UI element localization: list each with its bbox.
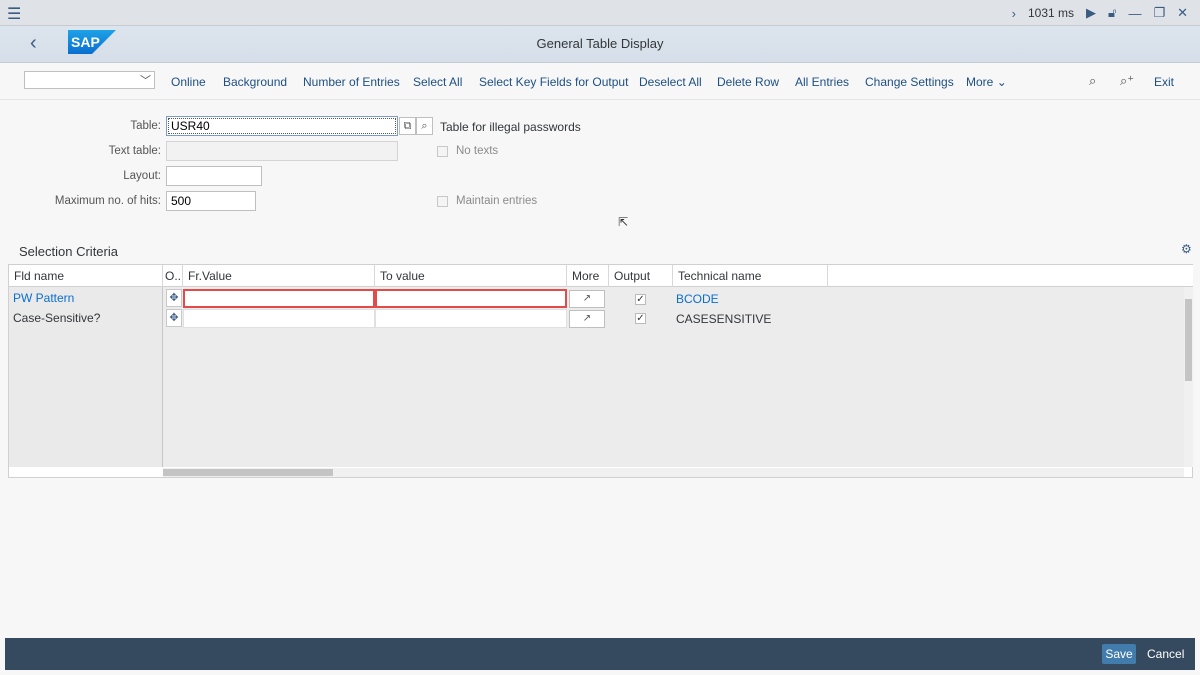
col-to-value[interactable]: To value bbox=[375, 265, 567, 287]
no-texts-checkbox bbox=[437, 146, 448, 157]
more-button-label: More bbox=[966, 75, 994, 89]
delete-row-button[interactable]: Delete Row bbox=[717, 75, 779, 89]
max-hits-input[interactable]: 500 bbox=[166, 191, 256, 211]
vertical-scroll-thumb[interactable] bbox=[1185, 299, 1192, 381]
system-bar: ☰ › 1031 ms ▶ 🔓︎ — ❐ ✕ bbox=[0, 0, 1200, 26]
chevron-down-icon: ﹀ bbox=[140, 75, 151, 87]
selection-criteria-title: Selection Criteria bbox=[19, 244, 118, 259]
table-header: Fld name O.. Fr.Value To value More Outp… bbox=[9, 265, 1193, 287]
col-fr-value[interactable]: Fr.Value bbox=[183, 265, 375, 287]
number-of-entries-button[interactable]: Number of Entries bbox=[303, 75, 400, 89]
table-body: PW Pattern ✥ ↗ ✓ BCODE Case-Sensitive? ✥… bbox=[9, 287, 1184, 467]
multiple-selection-icon[interactable]: ↗ bbox=[569, 290, 605, 308]
vertical-scrollbar[interactable] bbox=[1184, 287, 1193, 467]
copy-icon[interactable]: ⧉ bbox=[399, 117, 416, 135]
row-case-sensitive-to-input[interactable] bbox=[375, 309, 567, 328]
change-settings-button[interactable]: Change Settings bbox=[865, 75, 954, 89]
more-button[interactable]: More ⌄ bbox=[966, 75, 1007, 89]
search-next-icon[interactable]: ⌕⁺ bbox=[1120, 73, 1134, 89]
restore-icon[interactable]: ❐ bbox=[1153, 5, 1165, 21]
text-table-input bbox=[166, 141, 398, 161]
col-technical-name[interactable]: Technical name bbox=[673, 265, 828, 287]
layout-input[interactable] bbox=[166, 166, 262, 186]
row-case-sensitive-name: Case-Sensitive? bbox=[13, 311, 101, 325]
variant-dropdown[interactable]: ﹀ bbox=[24, 71, 155, 89]
gear-icon[interactable]: ⚙ bbox=[1181, 242, 1192, 256]
selection-options-icon[interactable]: ✥ bbox=[166, 309, 182, 327]
play-icon[interactable]: ▶ bbox=[1086, 5, 1096, 21]
row-pw-pattern-to-input[interactable] bbox=[375, 289, 567, 308]
selection-criteria-table: Fld name O.. Fr.Value To value More Outp… bbox=[8, 264, 1193, 478]
system-bar-tools: › 1031 ms ▶ 🔓︎ — ❐ ✕ bbox=[1012, 5, 1188, 21]
hamburger-menu-icon[interactable]: ☰ bbox=[7, 4, 21, 24]
text-table-label: Text table: bbox=[108, 145, 161, 157]
select-all-button[interactable]: Select All bbox=[413, 75, 462, 89]
deselect-all-button[interactable]: Deselect All bbox=[639, 75, 702, 89]
application-toolbar: ﹀ Online Background Number of Entries Se… bbox=[0, 63, 1200, 100]
row-pw-pattern-output-checkbox[interactable]: ✓ bbox=[635, 294, 646, 305]
row-pw-pattern-from-input[interactable] bbox=[183, 289, 375, 308]
page-title: General Table Display bbox=[536, 36, 664, 51]
col-more[interactable]: More bbox=[567, 265, 609, 287]
layout-label: Layout: bbox=[123, 170, 161, 182]
minimize-icon[interactable]: — bbox=[1128, 6, 1141, 21]
col-output[interactable]: Output bbox=[609, 265, 673, 287]
chevron-down-icon: ⌄ bbox=[996, 75, 1007, 89]
horizontal-scroll-thumb[interactable] bbox=[163, 469, 333, 476]
search-icon[interactable]: ⌕ bbox=[1089, 73, 1096, 89]
row-pw-pattern-name[interactable]: PW Pattern bbox=[9, 288, 163, 308]
max-hits-label: Maximum no. of hits: bbox=[54, 195, 161, 207]
table-input[interactable]: USR40 bbox=[166, 116, 398, 136]
select-key-fields-button[interactable]: Select Key Fields for Output bbox=[479, 75, 628, 89]
row-pw-pattern-technical-name[interactable]: BCODE bbox=[676, 292, 719, 306]
selection-options-icon[interactable]: ✥ bbox=[166, 289, 182, 307]
response-time: 1031 ms bbox=[1027, 6, 1074, 20]
shell-header: ‹ SAP General Table Display bbox=[0, 26, 1200, 63]
col-op[interactable]: O.. bbox=[163, 265, 183, 287]
row-case-sensitive-from-input[interactable] bbox=[183, 309, 375, 328]
multiple-selection-icon[interactable]: ↗ bbox=[569, 310, 605, 328]
table-description: Table for illegal passwords bbox=[440, 120, 581, 134]
close-icon[interactable]: ✕ bbox=[1177, 5, 1188, 21]
lock-icon[interactable]: 🔓︎ bbox=[1108, 5, 1116, 21]
row-case-sensitive-output-checkbox[interactable]: ✓ bbox=[635, 313, 646, 324]
maintain-entries-label: Maintain entries bbox=[456, 195, 538, 207]
no-texts-label: No texts bbox=[456, 145, 499, 157]
search-plus-icon[interactable]: ⌕ bbox=[416, 117, 433, 135]
col-fld-name[interactable]: Fld name bbox=[9, 265, 163, 287]
maintain-entries-checkbox bbox=[437, 196, 448, 207]
save-button[interactable]: Save bbox=[1102, 644, 1136, 664]
cancel-button[interactable]: Cancel bbox=[1147, 644, 1184, 664]
horizontal-scrollbar[interactable] bbox=[163, 468, 1184, 477]
footer-bar: Save Cancel bbox=[5, 638, 1195, 670]
row-case-sensitive-technical-name: CASESENSITIVE bbox=[676, 312, 772, 326]
exit-button[interactable]: Exit bbox=[1154, 75, 1174, 89]
all-entries-button[interactable]: All Entries bbox=[795, 75, 849, 89]
background-button[interactable]: Background bbox=[223, 75, 287, 89]
online-button[interactable]: Online bbox=[171, 75, 206, 89]
chevron-right-icon[interactable]: › bbox=[1012, 6, 1016, 21]
table-label: Table: bbox=[130, 120, 161, 132]
mouse-cursor-icon: ⇱ bbox=[618, 215, 629, 229]
